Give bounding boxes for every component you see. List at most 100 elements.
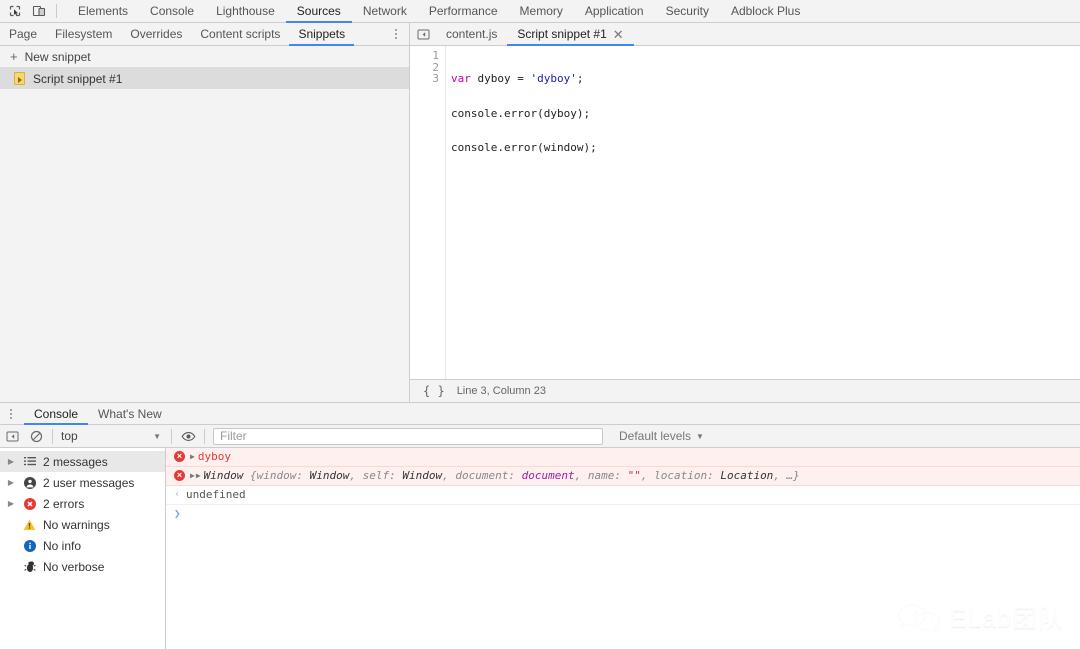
live-expression-eye-icon[interactable]: [176, 425, 200, 447]
tab-label: Adblock Plus: [730, 4, 801, 18]
drawer-tabbar: Console What's New: [0, 403, 1080, 425]
tab-lighthouse[interactable]: Lighthouse: [205, 0, 286, 22]
editor-tab-content-js[interactable]: content.js: [436, 23, 507, 45]
subtab-overrides[interactable]: Overrides: [121, 23, 191, 45]
subtab-page[interactable]: Page: [0, 23, 46, 45]
clear-console-icon[interactable]: [24, 425, 48, 447]
console-sidebar-toggle-icon[interactable]: [0, 425, 24, 447]
console-message-text: dyboy: [197, 450, 231, 463]
navigator-tab-list: Page Filesystem Overrides Content script…: [0, 23, 385, 46]
editor-tab-script-snippet[interactable]: Script snippet #1 ✕: [507, 23, 634, 46]
filter-input[interactable]: Filter: [213, 427, 603, 445]
subtab-filesystem[interactable]: Filesystem: [46, 23, 121, 45]
subtab-content-scripts[interactable]: Content scripts: [191, 23, 289, 45]
error-badge-icon: ×: [174, 451, 185, 462]
toolbar-divider: [56, 4, 57, 18]
sidebar-item-user-messages[interactable]: ▶ 2 user messages: [0, 472, 165, 493]
plus-icon: +: [10, 49, 18, 64]
log-levels-select[interactable]: Default levels ▼: [611, 429, 712, 443]
tab-performance[interactable]: Performance: [418, 0, 509, 22]
code-token-plain: console.error(dyboy);: [451, 106, 591, 120]
verbose-bug-icon: [22, 560, 37, 573]
drawer-tab-label: What's New: [98, 406, 162, 421]
subtab-label: Content scripts: [200, 27, 281, 41]
object-key: name:: [587, 469, 628, 482]
tab-application[interactable]: Application: [574, 0, 655, 22]
toolbar-left-icons: [0, 0, 67, 22]
show-navigator-icon[interactable]: [410, 23, 436, 45]
code-token-plain: dyboy =: [470, 72, 531, 85]
drawer-tab-whats-new[interactable]: What's New: [88, 403, 172, 424]
console-body: ▶ 2 messages ▶ 2 user messages ▶ 2 error…: [0, 448, 1080, 649]
sidebar-item-label: No warnings: [43, 517, 110, 532]
object-ellipsis: , …}: [773, 469, 800, 482]
sidebar-item-info[interactable]: ▶ No info: [0, 535, 165, 556]
subtab-snippets[interactable]: Snippets: [289, 23, 354, 46]
tab-sources[interactable]: Sources: [285, 0, 352, 23]
execution-context-value: top: [61, 429, 78, 443]
console-message-error[interactable]: × ▶ dyboy: [166, 448, 1080, 467]
line-number-gutter: 1 2 3: [410, 46, 446, 379]
code-token-string: 'dyboy': [530, 72, 577, 85]
console-message-list: × ▶ dyboy × ▶ ▶ Window {window: Window, …: [166, 448, 1080, 649]
pretty-print-braces-icon[interactable]: { }: [423, 384, 445, 398]
expand-triangle-icon[interactable]: ▶: [6, 499, 16, 508]
object-key: self:: [362, 469, 403, 482]
new-snippet-label: New snippet: [24, 49, 91, 64]
sidebar-item-errors[interactable]: ▶ 2 errors: [0, 493, 165, 514]
tab-console[interactable]: Console: [139, 0, 205, 22]
tab-label: Security: [665, 4, 709, 18]
close-icon[interactable]: ✕: [613, 28, 624, 41]
console-result-text: undefined: [186, 488, 246, 501]
main-tab-list: Elements Console Lighthouse Sources Netw…: [67, 0, 811, 23]
console-sidebar: ▶ 2 messages ▶ 2 user messages ▶ 2 error…: [0, 448, 166, 649]
tab-label: Memory: [519, 4, 563, 18]
inspect-cursor-icon[interactable]: [6, 2, 24, 20]
expand-triangle-icon[interactable]: ▶: [6, 457, 16, 466]
tab-memory[interactable]: Memory: [509, 0, 574, 22]
code-editor-pane: 1 2 3 var dyboy = 'dyboy'; console.error…: [410, 46, 1080, 402]
object-value-node[interactable]: document: [522, 469, 575, 482]
return-value-arrow-icon: ‹: [174, 489, 181, 500]
sidebar-item-verbose[interactable]: ▶ No verbose: [0, 556, 165, 577]
object-key: location:: [654, 469, 721, 482]
tab-label: Performance: [428, 4, 498, 18]
line-number: 2: [432, 60, 439, 74]
line-number: 3: [432, 72, 439, 85]
console-message-error[interactable]: × ▶ ▶ Window {window: Window, self: Wind…: [166, 467, 1080, 486]
editor-tab-label: content.js: [446, 27, 498, 41]
devtools-window: Elements Console Lighthouse Sources Netw…: [0, 0, 1080, 649]
list-item[interactable]: Script snippet #1: [0, 68, 409, 89]
tab-adblock-plus[interactable]: Adblock Plus: [720, 0, 811, 22]
tab-label: Console: [150, 4, 195, 18]
console-prompt[interactable]: ❯: [166, 505, 1080, 523]
sidebar-item-warnings[interactable]: ▶ No warnings: [0, 514, 165, 535]
tab-elements[interactable]: Elements: [67, 0, 139, 22]
object-brace: {: [250, 469, 257, 482]
code-content[interactable]: var dyboy = 'dyboy'; console.error(dyboy…: [446, 46, 1080, 379]
editor-status-bar: { } Line 3, Column 23: [410, 379, 1080, 402]
more-options-icon[interactable]: [385, 23, 407, 45]
code-line: console.error(dyboy);: [451, 106, 1080, 120]
subtab-label: Page: [9, 27, 38, 41]
new-snippet-button[interactable]: + New snippet: [0, 46, 409, 68]
drawer-tab-console[interactable]: Console: [24, 403, 89, 425]
expand-triangle-icon[interactable]: ▶: [196, 469, 201, 483]
device-toolbar-icon[interactable]: [30, 2, 48, 20]
object-value: Window: [309, 469, 350, 482]
tab-network[interactable]: Network: [352, 0, 418, 22]
expand-triangle-icon[interactable]: ▶: [6, 478, 16, 487]
cursor-position-label: Line 3, Column 23: [456, 385, 546, 397]
sidebar-item-messages[interactable]: ▶ 2 messages: [0, 451, 165, 472]
expand-triangle-icon[interactable]: ▶: [190, 469, 195, 483]
expand-triangle-icon[interactable]: ▶: [190, 450, 195, 464]
code-editor[interactable]: 1 2 3 var dyboy = 'dyboy'; console.error…: [410, 46, 1080, 379]
execution-context-select[interactable]: top ▼: [57, 429, 167, 443]
drawer-tab-label: Console: [34, 406, 79, 421]
tab-security[interactable]: Security: [655, 0, 720, 22]
line-number: 1: [432, 49, 439, 62]
chevron-down-icon: ▼: [696, 431, 704, 441]
list-icon: [22, 456, 37, 467]
more-options-icon[interactable]: [0, 403, 22, 424]
toolbar-divider: [171, 428, 172, 444]
